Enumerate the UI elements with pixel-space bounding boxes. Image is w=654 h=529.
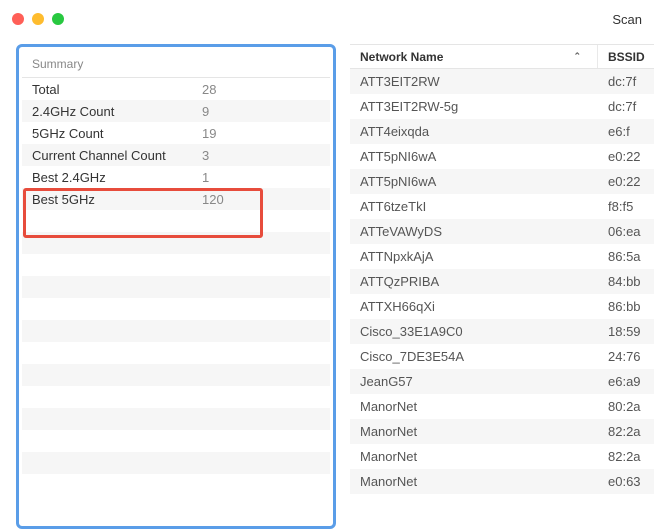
network-row[interactable]: ATT3EIT2RW-5gdc:7f — [350, 94, 654, 119]
summary-row-value: 28 — [202, 82, 216, 97]
minimize-window-button[interactable] — [32, 13, 44, 25]
summary-row[interactable]: 2.4GHz Count9 — [22, 100, 330, 122]
network-name-cell: Cisco_33E1A9C0 — [350, 324, 598, 339]
network-name-cell: ATTNpxkAjA — [350, 249, 598, 264]
network-name-cell: ATT5pNI6wA — [350, 149, 598, 164]
network-bssid-cell: e0:22 — [598, 174, 654, 189]
summary-row[interactable]: Best 5GHz120 — [22, 188, 330, 210]
network-bssid-cell: e0:22 — [598, 149, 654, 164]
network-name-cell: ATT6tzeTkI — [350, 199, 598, 214]
summary-row[interactable]: Best 2.4GHz1 — [22, 166, 330, 188]
network-name-header-label: Network Name — [360, 50, 443, 64]
network-name-cell: ATT3EIT2RW-5g — [350, 99, 598, 114]
toolbar-scan-button[interactable]: Scan — [612, 0, 642, 38]
network-row[interactable]: Cisco_33E1A9C018:59 — [350, 319, 654, 344]
network-name-cell: ATTQzPRIBA — [350, 274, 598, 289]
network-row[interactable]: ATT6tzeTkIf8:f5 — [350, 194, 654, 219]
summary-empty-row — [22, 298, 330, 320]
network-bssid-cell: 86:5a — [598, 249, 654, 264]
scan-label: Scan — [612, 12, 642, 27]
summary-empty-row — [22, 408, 330, 430]
summary-empty-row — [22, 474, 330, 496]
network-panel: Network Name ⌃ BSSID ATT3EIT2RWdc:7fATT3… — [350, 44, 654, 529]
summary-panel: Summary Total282.4GHz Count95GHz Count19… — [16, 44, 336, 529]
summary-row-value: 120 — [202, 192, 224, 207]
network-name-cell: ManorNet — [350, 474, 598, 489]
network-name-cell: ATT4eixqda — [350, 124, 598, 139]
column-header-network-name[interactable]: Network Name ⌃ — [350, 45, 598, 68]
network-bssid-cell: 24:76 — [598, 349, 654, 364]
summary-row[interactable]: 5GHz Count19 — [22, 122, 330, 144]
bssid-header-label: BSSID — [608, 50, 645, 64]
summary-empty-row — [22, 342, 330, 364]
summary-empty-row — [22, 320, 330, 342]
summary-row-label: Current Channel Count — [32, 148, 202, 163]
network-bssid-cell: e6:a9 — [598, 374, 654, 389]
network-row[interactable]: ATT5pNI6wAe0:22 — [350, 169, 654, 194]
network-bssid-cell: 84:bb — [598, 274, 654, 289]
network-name-cell: ManorNet — [350, 399, 598, 414]
close-window-button[interactable] — [12, 13, 24, 25]
summary-row-label: Best 2.4GHz — [32, 170, 202, 185]
network-name-cell: JeanG57 — [350, 374, 598, 389]
network-bssid-cell: 82:2a — [598, 424, 654, 439]
summary-row[interactable]: Total28 — [22, 78, 330, 100]
summary-empty-row — [22, 210, 330, 232]
summary-empty-row — [22, 254, 330, 276]
network-row[interactable]: ATT3EIT2RWdc:7f — [350, 69, 654, 94]
network-name-cell: ManorNet — [350, 424, 598, 439]
network-bssid-cell: 18:59 — [598, 324, 654, 339]
maximize-window-button[interactable] — [52, 13, 64, 25]
network-row[interactable]: ManorNet82:2a — [350, 419, 654, 444]
window-titlebar: Scan — [0, 0, 654, 38]
network-bssid-cell: dc:7f — [598, 74, 654, 89]
summary-row-label: Best 5GHz — [32, 192, 202, 207]
summary-empty-row — [22, 276, 330, 298]
network-row[interactable]: JeanG57e6:a9 — [350, 369, 654, 394]
summary-row-label: Total — [32, 82, 202, 97]
summary-row[interactable]: Current Channel Count3 — [22, 144, 330, 166]
network-row[interactable]: ATT4eixqdae6:f — [350, 119, 654, 144]
network-row[interactable]: Cisco_7DE3E54A24:76 — [350, 344, 654, 369]
network-row[interactable]: ATTQzPRIBA84:bb — [350, 269, 654, 294]
network-row[interactable]: ManorNet80:2a — [350, 394, 654, 419]
network-name-cell: ATT3EIT2RW — [350, 74, 598, 89]
network-bssid-cell: 06:ea — [598, 224, 654, 239]
summary-row-value: 3 — [202, 148, 209, 163]
column-header-bssid[interactable]: BSSID — [598, 45, 654, 68]
summary-empty-row — [22, 430, 330, 452]
network-row[interactable]: ATT5pNI6wAe0:22 — [350, 144, 654, 169]
traffic-lights — [12, 13, 64, 25]
network-name-cell: ATTeVAWyDS — [350, 224, 598, 239]
network-bssid-cell: e0:63 — [598, 474, 654, 489]
summary-empty-row — [22, 364, 330, 386]
network-name-cell: ATTXH66qXi — [350, 299, 598, 314]
network-name-cell: Cisco_7DE3E54A — [350, 349, 598, 364]
network-bssid-cell: 80:2a — [598, 399, 654, 414]
network-row[interactable]: ATTXH66qXi86:bb — [350, 294, 654, 319]
summary-row-value: 9 — [202, 104, 209, 119]
summary-row-label: 2.4GHz Count — [32, 104, 202, 119]
network-row[interactable]: ManorNet82:2a — [350, 444, 654, 469]
network-bssid-cell: 86:bb — [598, 299, 654, 314]
network-row[interactable]: ManorNete0:63 — [350, 469, 654, 494]
network-bssid-cell: f8:f5 — [598, 199, 654, 214]
network-name-cell: ManorNet — [350, 449, 598, 464]
sort-ascending-icon: ⌃ — [573, 51, 581, 62]
network-bssid-cell: e6:f — [598, 124, 654, 139]
network-bssid-cell: 82:2a — [598, 449, 654, 464]
summary-empty-row — [22, 386, 330, 408]
network-row[interactable]: ATTeVAWyDS06:ea — [350, 219, 654, 244]
summary-row-value: 19 — [202, 126, 216, 141]
network-row[interactable]: ATTNpxkAjA86:5a — [350, 244, 654, 269]
summary-row-value: 1 — [202, 170, 209, 185]
network-name-cell: ATT5pNI6wA — [350, 174, 598, 189]
summary-header[interactable]: Summary — [22, 50, 330, 78]
summary-empty-row — [22, 232, 330, 254]
network-bssid-cell: dc:7f — [598, 99, 654, 114]
summary-empty-row — [22, 452, 330, 474]
network-table-header: Network Name ⌃ BSSID — [350, 45, 654, 69]
summary-header-label: Summary — [32, 57, 83, 71]
summary-row-label: 5GHz Count — [32, 126, 202, 141]
